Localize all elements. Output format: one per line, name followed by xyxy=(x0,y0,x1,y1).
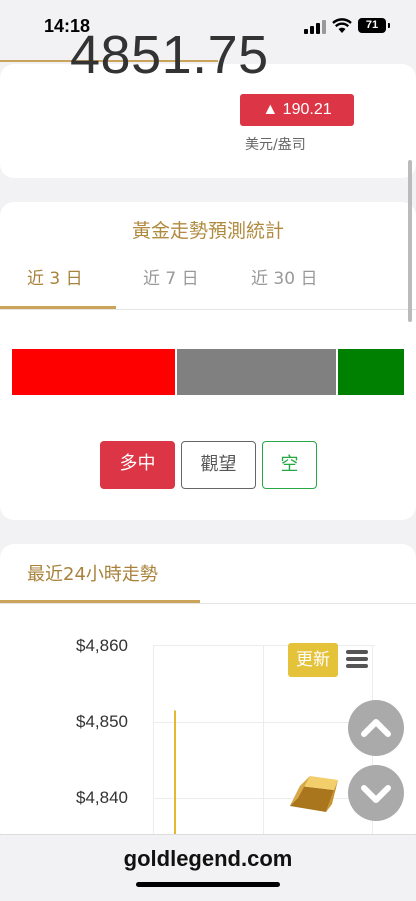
chevron-up-icon xyxy=(361,719,391,737)
home-indicator[interactable] xyxy=(136,882,280,887)
tab-divider xyxy=(0,309,416,310)
y-tick-label: $4,860 xyxy=(76,636,128,655)
price-unit: 美元/盎司 xyxy=(245,137,306,153)
trend-chart xyxy=(174,710,176,834)
neutral-button[interactable]: 觀望 xyxy=(181,441,256,489)
trend-divider xyxy=(0,603,416,604)
gold-bar-icon xyxy=(290,776,338,812)
wifi-icon xyxy=(332,18,352,33)
page-scrollbar[interactable] xyxy=(408,160,412,322)
ratio-bar-short xyxy=(338,349,404,395)
chevron-down-icon xyxy=(361,785,391,803)
tab-3-days[interactable]: 近 3 日 xyxy=(27,264,83,289)
cellular-signal-icon xyxy=(304,20,326,34)
trend-title: 最近24小時走勢 xyxy=(27,564,158,585)
long-button[interactable]: 多中 xyxy=(100,441,175,489)
short-button[interactable]: 空 xyxy=(262,441,317,489)
url-domain[interactable]: goldlegend.com xyxy=(0,846,416,872)
y-tick-label: $4,840 xyxy=(76,788,128,807)
tab-7-days[interactable]: 近 7 日 xyxy=(143,264,199,289)
gold-price: 4851.75 xyxy=(70,25,269,85)
battery-icon: 71 xyxy=(358,18,390,33)
tab-30-days[interactable]: 近 30 日 xyxy=(251,264,317,289)
scroll-up-button[interactable] xyxy=(348,700,404,756)
update-button[interactable]: 更新 xyxy=(288,643,338,677)
y-tick-label: $4,850 xyxy=(76,712,128,731)
scroll-down-button[interactable] xyxy=(348,765,404,821)
ratio-bar-long xyxy=(12,349,175,395)
stats-title: 黃金走勢預測統計 xyxy=(131,220,284,242)
chart-menu-icon[interactable] xyxy=(346,650,368,668)
price-change-badge: ▲ 190.21 xyxy=(240,94,354,126)
ratio-bar-neutral xyxy=(177,349,336,395)
